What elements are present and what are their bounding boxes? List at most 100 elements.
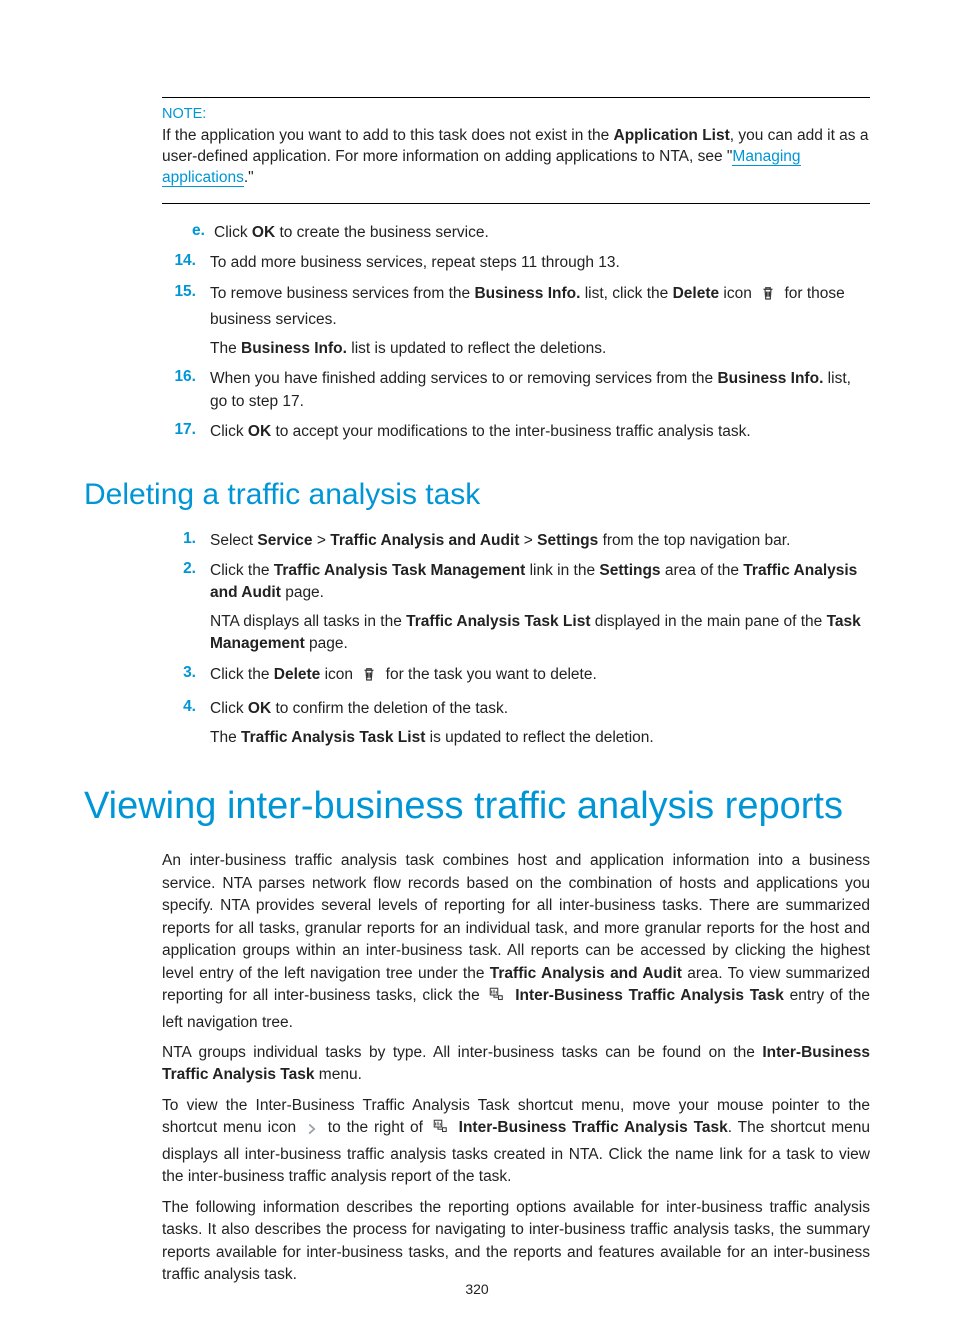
txt: Click: [210, 700, 248, 717]
step-number: 16.: [162, 368, 210, 413]
substep-letter: e.: [162, 222, 214, 244]
txt: >: [519, 532, 537, 549]
txt: from the top navigation bar.: [598, 532, 790, 549]
txt: >: [313, 532, 331, 549]
bold: Traffic Analysis Task List: [406, 613, 590, 630]
step-body: Click OK to accept your modifications to…: [210, 421, 870, 443]
step-body: Click the Delete icon for the task you w…: [210, 664, 870, 690]
paragraph-1: An inter-business traffic analysis task …: [162, 850, 870, 1034]
step-body: Select Service > Traffic Analysis and Au…: [210, 530, 870, 552]
bold: Delete: [274, 666, 321, 683]
txt: When you have finished adding services t…: [210, 370, 717, 387]
substep-text-a: Click: [214, 224, 252, 241]
step-body: Click the Traffic Analysis Task Manageme…: [210, 560, 870, 656]
step-body: When you have finished adding services t…: [210, 368, 870, 413]
step-number: 4.: [162, 698, 210, 749]
substep-e: e. Click OK to create the business servi…: [162, 222, 870, 244]
chart-tree-icon: [488, 986, 506, 1011]
txt: Click the: [210, 562, 274, 579]
txt: An inter-business traffic analysis task …: [162, 852, 870, 981]
step-14: 14. To add more business services, repea…: [162, 252, 870, 274]
trash-icon: [759, 284, 777, 309]
txt: is updated to reflect the deletion.: [425, 729, 653, 746]
bold: Service: [257, 532, 312, 549]
txt: The: [210, 729, 241, 746]
bold: Business Info.: [241, 340, 347, 357]
step-17: 17. Click OK to accept your modification…: [162, 421, 870, 443]
step-body: To add more business services, repeat st…: [210, 252, 870, 274]
step-number: 3.: [162, 664, 210, 690]
step-number: 2.: [162, 560, 210, 656]
txt: NTA displays all tasks in the: [210, 613, 406, 630]
steps-primary: 14. To add more business services, repea…: [162, 252, 870, 443]
txt: The: [210, 340, 241, 357]
step-15: 15. To remove business services from the…: [162, 283, 870, 360]
txt: icon: [320, 666, 357, 683]
bold: Traffic Analysis Task List: [241, 729, 425, 746]
heading-deleting-task: Deleting a traffic analysis task: [84, 478, 870, 512]
txt: page.: [281, 584, 324, 601]
note-application-list: Application List: [614, 127, 730, 144]
step-followup: The Business Info. list is updated to re…: [210, 338, 870, 360]
step-b1: 1. Select Service > Traffic Analysis and…: [162, 530, 870, 552]
txt: icon: [719, 285, 756, 302]
txt: menu.: [315, 1066, 362, 1083]
note-label: NOTE:: [162, 106, 870, 122]
txt: to confirm the deletion of the task.: [271, 700, 508, 717]
step-b2: 2. Click the Traffic Analysis Task Manag…: [162, 560, 870, 656]
bold: Traffic Analysis Task Management: [274, 562, 526, 579]
paragraph-2: NTA groups individual tasks by type. All…: [162, 1042, 870, 1087]
heading-viewing-reports: Viewing inter-business traffic analysis …: [84, 785, 870, 828]
step-16: 16. When you have finished adding servic…: [162, 368, 870, 413]
chart-tree-icon: [432, 1118, 450, 1143]
paragraph-4: The following information describes the …: [162, 1197, 870, 1287]
txt: to the right of: [322, 1119, 429, 1136]
bold: Business Info.: [717, 370, 823, 387]
bold: Inter-Business Traffic Analysis Task: [459, 1119, 728, 1136]
note-box: NOTE: If the application you want to add…: [162, 97, 870, 204]
step-b3: 3. Click the Delete icon for the task yo…: [162, 664, 870, 690]
bold: OK: [248, 423, 271, 440]
step-number: 17.: [162, 421, 210, 443]
step-body: To remove business services from the Bus…: [210, 283, 870, 360]
bold: Traffic Analysis and Audit: [330, 532, 519, 549]
note-text: If the application you want to add to th…: [162, 127, 868, 187]
substep-body: Click OK to create the business service.: [214, 222, 870, 244]
bold: Business Info.: [474, 285, 580, 302]
bold: Inter-Business Traffic Analysis Task: [515, 987, 784, 1004]
steps-secondary: 1. Select Service > Traffic Analysis and…: [162, 530, 870, 750]
step-number: 15.: [162, 283, 210, 360]
step-followup: The Traffic Analysis Task List is update…: [210, 727, 870, 749]
step-followup: NTA displays all tasks in the Traffic An…: [210, 611, 870, 656]
bold: OK: [248, 700, 271, 717]
bold: Delete: [673, 285, 720, 302]
txt: list is updated to reflect the deletions…: [347, 340, 606, 357]
substep-ok: OK: [252, 224, 275, 241]
txt: Select: [210, 532, 257, 549]
note-part1: If the application you want to add to th…: [162, 127, 614, 144]
txt: Click: [210, 423, 248, 440]
txt: displayed in the main pane of the: [591, 613, 827, 630]
note-part3: .": [244, 169, 254, 186]
bold: Settings: [537, 532, 598, 549]
txt: area of the: [661, 562, 744, 579]
step-b4: 4. Click OK to confirm the deletion of t…: [162, 698, 870, 749]
page-number: 320: [0, 1281, 954, 1297]
txt: list, click the: [580, 285, 672, 302]
step-number: 14.: [162, 252, 210, 274]
txt: Click the: [210, 666, 274, 683]
substep-block: e. Click OK to create the business servi…: [162, 222, 870, 244]
substep-text-b: to create the business service.: [275, 224, 489, 241]
bold: Settings: [599, 562, 660, 579]
step-number: 1.: [162, 530, 210, 552]
trash-icon: [360, 665, 378, 690]
paragraph-3: To view the Inter-Business Traffic Analy…: [162, 1095, 870, 1189]
txt: link in the: [525, 562, 599, 579]
chevron-right-icon: [305, 1121, 319, 1143]
txt: for the task you want to delete.: [381, 666, 596, 683]
txt: to accept your modifications to the inte…: [271, 423, 751, 440]
txt: page.: [305, 635, 348, 652]
txt: NTA groups individual tasks by type. All…: [162, 1044, 762, 1061]
bold: Traffic Analysis and Audit: [490, 965, 682, 982]
step-body: Click OK to confirm the deletion of the …: [210, 698, 870, 749]
